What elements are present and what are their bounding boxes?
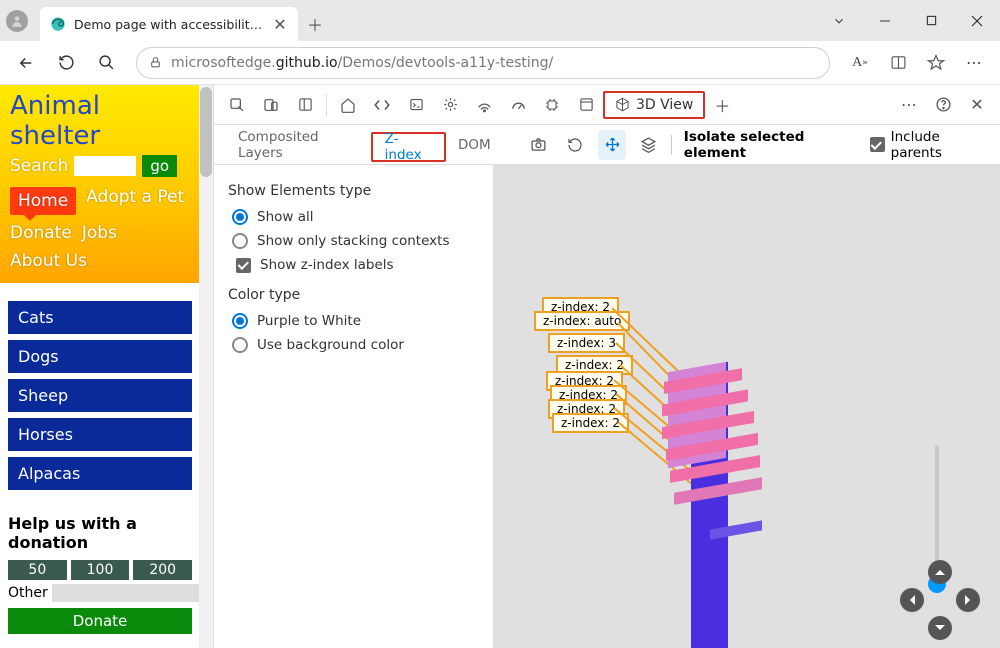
3d-view-subtoolbar: Composited Layers Z-index DOM Isolate se…	[214, 125, 1000, 165]
nav-left-button[interactable]	[900, 588, 924, 612]
page-content: Animal shelter Search go Home Adopt a Pe…	[0, 85, 214, 648]
isolate-label: Isolate selected element	[684, 129, 863, 161]
window-close-button[interactable]	[954, 0, 1000, 41]
lock-icon	[147, 55, 163, 71]
list-item[interactable]: Dogs	[8, 340, 192, 373]
reader-mode-button[interactable]	[880, 45, 916, 81]
nav-right-button[interactable]	[956, 588, 980, 612]
window-minimize-button[interactable]	[862, 0, 908, 41]
3d-canvas[interactable]: z-index: 2 z-index: auto z-index: 3 z-in…	[494, 165, 1000, 648]
scrollbar[interactable]	[199, 85, 213, 648]
amount-50[interactable]: 50	[8, 560, 67, 580]
edge-icon	[50, 16, 66, 32]
read-aloud-button[interactable]: A»	[842, 45, 878, 81]
elements-tab-icon[interactable]	[365, 86, 399, 124]
console-tab-icon[interactable]	[399, 86, 433, 124]
nav-down-button[interactable]	[928, 616, 952, 640]
tab-composited-layers[interactable]: Composited Layers	[226, 125, 371, 165]
z-index-options-panel: Show Elements type Show all Show only st…	[214, 165, 494, 648]
profile-avatar[interactable]	[0, 0, 34, 41]
reset-view-button[interactable]	[561, 130, 590, 160]
favorite-button[interactable]	[918, 45, 954, 81]
list-item[interactable]: Alpacas	[8, 457, 192, 490]
sources-tab-icon[interactable]	[433, 86, 467, 124]
address-bar: microsoftedge.github.io/Demos/devtools-a…	[0, 41, 1000, 85]
nav-about[interactable]: About Us	[10, 251, 87, 271]
list-item[interactable]: Cats	[8, 301, 192, 334]
memory-tab-icon[interactable]	[535, 86, 569, 124]
page-title: Animal shelter	[10, 91, 190, 151]
new-tab-button[interactable]: ＋	[298, 7, 332, 41]
leader-lines	[494, 165, 1000, 648]
tab-z-index[interactable]: Z-index	[371, 132, 446, 162]
donate-button[interactable]: Donate	[8, 608, 192, 634]
cube-icon	[615, 97, 630, 112]
3d-view-label: 3D View	[636, 97, 693, 113]
radio-purple-white[interactable]: Purple to White	[228, 313, 479, 329]
3d-view-tab[interactable]: 3D View	[603, 91, 705, 119]
nav-home[interactable]: Home	[10, 187, 76, 215]
tab-dom[interactable]: DOM	[446, 125, 503, 165]
device-emulation-icon[interactable]	[254, 86, 288, 124]
devtools: 3D View ＋ ⋯ ✕ Composited Layers Z-index …	[214, 85, 1000, 648]
other-amount-input[interactable]	[52, 584, 214, 602]
url-field[interactable]: microsoftedge.github.io/Demos/devtools-a…	[136, 47, 830, 79]
screenshot-button[interactable]	[525, 130, 554, 160]
color-type-heading: Color type	[228, 287, 479, 303]
window-controls	[816, 0, 1000, 41]
menu-button[interactable]: ⋯	[956, 45, 992, 81]
refresh-button[interactable]	[48, 45, 84, 81]
help-button[interactable]	[926, 86, 960, 124]
browser-tab[interactable]: Demo page with accessibility issu ✕	[40, 7, 298, 41]
amount-100[interactable]: 100	[71, 560, 130, 580]
nav-jobs[interactable]: Jobs	[82, 223, 117, 243]
add-tab-button[interactable]: ＋	[705, 86, 739, 124]
include-parents-checkbox[interactable]: Include parents	[870, 129, 990, 161]
search-button[interactable]	[88, 45, 124, 81]
tab-title: Demo page with accessibility issu	[74, 17, 264, 32]
welcome-tab-icon[interactable]	[331, 86, 365, 124]
list-item[interactable]: Horses	[8, 418, 192, 451]
amount-200[interactable]: 200	[133, 560, 192, 580]
radio-use-bg-color[interactable]: Use background color	[228, 337, 479, 353]
url-text: microsoftedge.github.io/Demos/devtools-a…	[171, 55, 819, 71]
devtools-close-button[interactable]: ✕	[960, 86, 994, 124]
panel-orientation-icon[interactable]	[288, 86, 322, 124]
nav-up-button[interactable]	[928, 560, 952, 584]
nav-adopt[interactable]: Adopt a Pet	[86, 187, 184, 215]
window-titlebar: Demo page with accessibility issu ✕ ＋	[0, 0, 1000, 41]
more-tools-button[interactable]: ⋯	[892, 86, 926, 124]
nav-donate[interactable]: Donate	[10, 223, 72, 243]
tabs-chevron-icon[interactable]	[816, 0, 862, 41]
tab-close-icon[interactable]: ✕	[272, 16, 288, 32]
devtools-toolbar: 3D View ＋ ⋯ ✕	[214, 85, 1000, 125]
back-button[interactable]	[8, 45, 44, 81]
layers-button[interactable]	[634, 130, 663, 160]
performance-tab-icon[interactable]	[501, 86, 535, 124]
radio-show-all[interactable]: Show all	[228, 209, 479, 225]
donation-heading: Help us with a donation	[0, 496, 200, 560]
application-tab-icon[interactable]	[569, 86, 603, 124]
list-item[interactable]: Sheep	[8, 379, 192, 412]
checkbox-show-zindex-labels[interactable]: Show z-index labels	[232, 257, 479, 273]
radio-show-stacking[interactable]: Show only stacking contexts	[228, 233, 479, 249]
inspect-element-icon[interactable]	[220, 86, 254, 124]
search-label: Search	[10, 156, 68, 176]
other-label: Other	[8, 585, 48, 601]
network-tab-icon[interactable]	[467, 86, 501, 124]
pan-button[interactable]	[598, 130, 627, 160]
search-input[interactable]	[74, 156, 136, 176]
window-maximize-button[interactable]	[908, 0, 954, 41]
search-go-button[interactable]: go	[142, 155, 177, 177]
elements-type-heading: Show Elements type	[228, 183, 479, 199]
main-area: Animal shelter Search go Home Adopt a Pe…	[0, 85, 1000, 648]
